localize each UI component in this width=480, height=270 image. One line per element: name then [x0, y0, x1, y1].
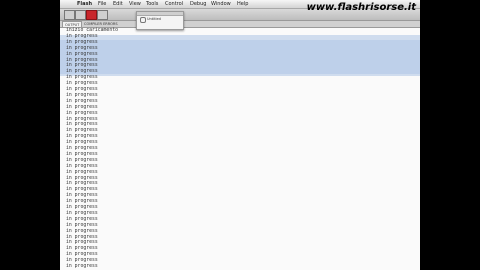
tab-compiler-errors[interactable]: COMPILER ERRORS	[82, 21, 120, 27]
tool-icon[interactable]	[64, 10, 75, 20]
window-label: Untitled	[147, 17, 161, 21]
menu-view[interactable]: View	[129, 0, 141, 8]
tab-output[interactable]: OUTPUT	[62, 21, 83, 27]
menu-edit[interactable]: Edit	[113, 0, 123, 8]
menu-flash[interactable]: Flash	[77, 0, 92, 8]
window-title-bar[interactable]	[137, 12, 183, 16]
output-line: in progress	[66, 264, 98, 269]
tool-icon[interactable]	[97, 10, 108, 20]
desktop-screen: Flash File Edit View Tools Control Debug…	[60, 0, 420, 270]
output-panel[interactable]: inizio caricamento in progress in progre…	[60, 28, 420, 270]
menu-help[interactable]: Help	[237, 0, 248, 8]
tool-icon[interactable]	[75, 10, 86, 20]
menu-window[interactable]: Window	[211, 0, 231, 8]
menu-control[interactable]: Control	[165, 0, 183, 8]
watermark: www.flashrisorse.it	[306, 2, 416, 13]
menu-debug[interactable]: Debug	[190, 0, 206, 8]
flash-app-icon[interactable]	[86, 10, 97, 20]
menu-tools[interactable]: Tools	[146, 0, 158, 8]
swf-preview-window[interactable]: Untitled	[136, 11, 184, 30]
menu-file[interactable]: File	[98, 0, 106, 8]
panel-tab-bar: OUTPUT COMPILER ERRORS	[60, 21, 420, 28]
close-icon[interactable]	[140, 17, 146, 23]
